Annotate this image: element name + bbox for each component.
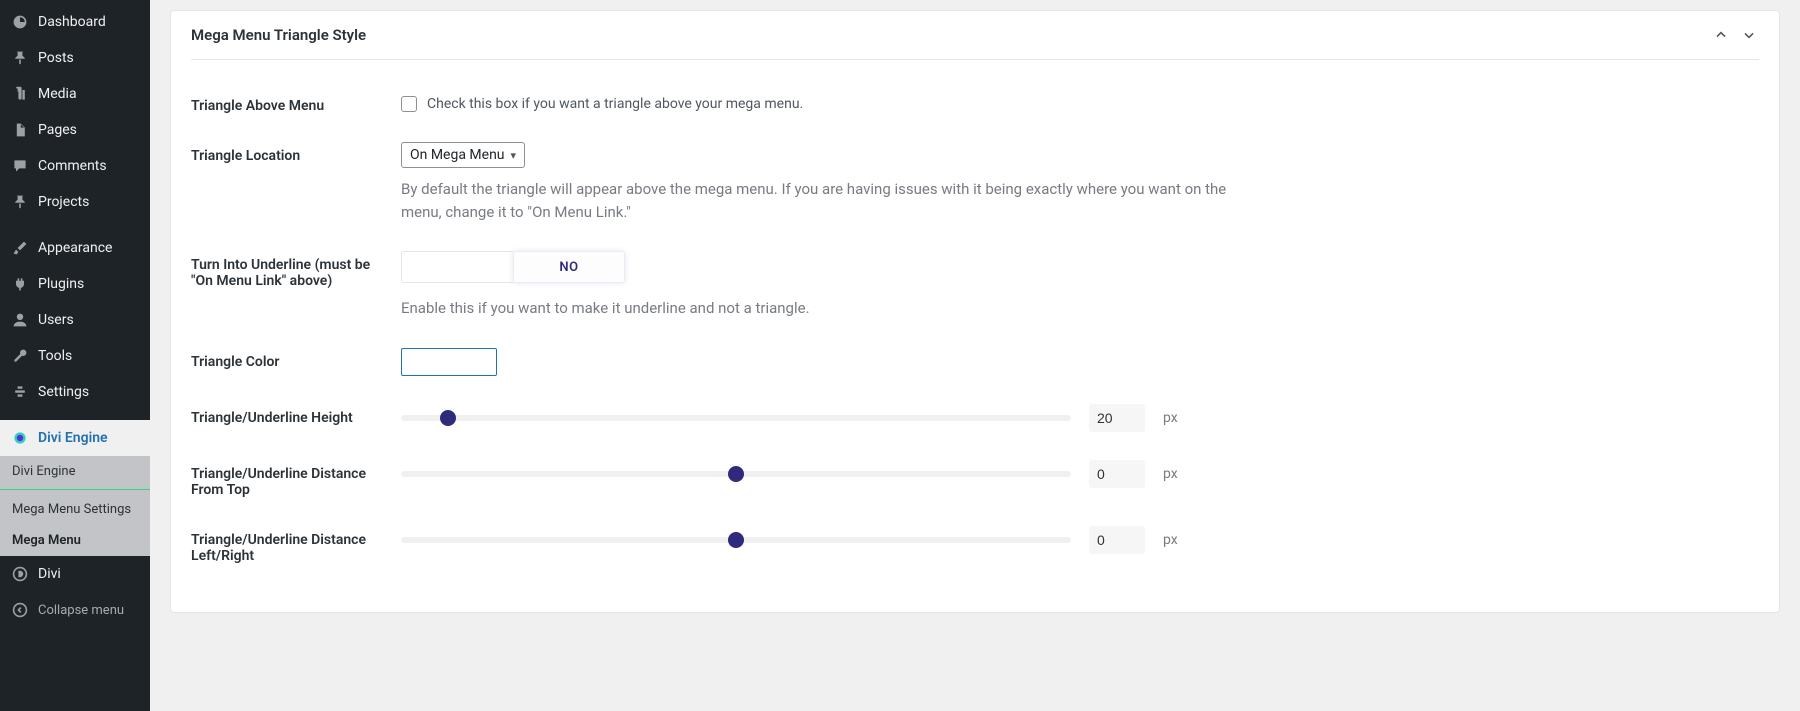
submenu-item-mega-menu-settings[interactable]: Mega Menu Settings bbox=[0, 494, 150, 525]
sidebar-item-media[interactable]: Media bbox=[0, 76, 150, 112]
field-label-height: Triangle/Underline Height bbox=[191, 404, 381, 426]
distance-top-unit: px bbox=[1163, 466, 1178, 482]
submenu-item-divi-engine[interactable]: Divi Engine bbox=[0, 456, 150, 490]
field-label-triangle-location: Triangle Location bbox=[191, 142, 381, 164]
sidebar-item-appearance[interactable]: Appearance bbox=[0, 230, 150, 266]
distance-top-value-input[interactable] bbox=[1089, 460, 1145, 488]
distance-top-slider[interactable] bbox=[401, 471, 1071, 477]
sidebar-item-label: Divi bbox=[38, 566, 61, 582]
sidebar-submenu: Divi Engine Mega Menu Settings Mega Menu bbox=[0, 456, 150, 556]
distance-lr-slider[interactable] bbox=[401, 537, 1071, 543]
underline-toggle[interactable]: NO bbox=[401, 251, 625, 283]
field-label-distance-lr: Triangle/Underline Distance Left/Right bbox=[191, 526, 381, 564]
comment-icon bbox=[10, 156, 30, 176]
distance-lr-unit: px bbox=[1163, 532, 1178, 548]
field-label-triangle-above: Triangle Above Menu bbox=[191, 92, 381, 114]
submenu-item-mega-menu[interactable]: Mega Menu bbox=[0, 525, 150, 556]
triangle-location-help: By default the triangle will appear abov… bbox=[401, 178, 1231, 223]
height-unit: px bbox=[1163, 410, 1178, 426]
sidebar-item-tools[interactable]: Tools bbox=[0, 338, 150, 374]
panel-header: Mega Menu Triangle Style bbox=[191, 11, 1759, 60]
brush-icon bbox=[10, 238, 30, 258]
sidebar-item-label: Projects bbox=[38, 194, 89, 210]
sidebar-item-divi-engine[interactable]: Divi Engine bbox=[0, 420, 150, 456]
field-label-turn-into-underline: Turn Into Underline (must be "On Menu Li… bbox=[191, 251, 381, 289]
panel-move-down-button[interactable] bbox=[1739, 25, 1759, 45]
height-slider[interactable] bbox=[401, 415, 1071, 421]
sidebar-item-comments[interactable]: Comments bbox=[0, 148, 150, 184]
sidebar-item-label: Plugins bbox=[38, 276, 84, 292]
distance-top-slider-thumb[interactable] bbox=[728, 466, 744, 482]
collapse-label: Collapse menu bbox=[38, 603, 124, 618]
sidebar-item-label: Pages bbox=[38, 122, 77, 138]
sidebar-item-plugins[interactable]: Plugins bbox=[0, 266, 150, 302]
triangle-color-swatch[interactable] bbox=[401, 348, 497, 376]
sidebar-item-settings[interactable]: Settings bbox=[0, 374, 150, 410]
triangle-location-select[interactable]: On Mega Menu ▾ bbox=[401, 142, 525, 168]
user-icon bbox=[10, 310, 30, 330]
dashboard-icon bbox=[10, 12, 30, 32]
field-label-distance-top: Triangle/Underline Distance From Top bbox=[191, 460, 381, 498]
sidebar-item-label: Divi Engine bbox=[38, 430, 108, 446]
toggle-no-option[interactable]: NO bbox=[513, 251, 625, 283]
pin-icon bbox=[10, 48, 30, 68]
divi-icon bbox=[10, 564, 30, 584]
height-slider-thumb[interactable] bbox=[440, 410, 456, 426]
sidebar-item-label: Media bbox=[38, 86, 77, 102]
underline-help: Enable this if you want to make it under… bbox=[401, 297, 1231, 320]
admin-sidebar: Dashboard Posts Media Pages Comments Pro… bbox=[0, 0, 150, 711]
settings-panel: Mega Menu Triangle Style Triangle Above … bbox=[170, 10, 1780, 613]
settings-icon bbox=[10, 382, 30, 402]
plug-icon bbox=[10, 274, 30, 294]
main-content: Mega Menu Triangle Style Triangle Above … bbox=[150, 0, 1800, 711]
sidebar-item-label: Settings bbox=[38, 384, 89, 400]
sidebar-item-label: Dashboard bbox=[38, 14, 106, 30]
sidebar-item-label: Tools bbox=[38, 348, 72, 364]
triangle-above-checkbox[interactable] bbox=[401, 96, 417, 112]
distance-lr-slider-thumb[interactable] bbox=[728, 532, 744, 548]
sidebar-item-label: Posts bbox=[38, 50, 74, 66]
sidebar-item-label: Appearance bbox=[38, 240, 112, 256]
media-icon bbox=[10, 84, 30, 104]
pages-icon bbox=[10, 120, 30, 140]
distance-lr-value-input[interactable] bbox=[1089, 526, 1145, 554]
chevron-down-icon: ▾ bbox=[511, 149, 517, 162]
select-value: On Mega Menu bbox=[410, 147, 505, 163]
sidebar-item-label: Users bbox=[38, 312, 74, 328]
sidebar-item-pages[interactable]: Pages bbox=[0, 112, 150, 148]
sidebar-item-label: Comments bbox=[38, 158, 107, 174]
panel-move-up-button[interactable] bbox=[1711, 25, 1731, 45]
wrench-icon bbox=[10, 346, 30, 366]
sidebar-item-dashboard[interactable]: Dashboard bbox=[0, 4, 150, 40]
pin-icon bbox=[10, 192, 30, 212]
sidebar-item-posts[interactable]: Posts bbox=[0, 40, 150, 76]
field-label-triangle-color: Triangle Color bbox=[191, 348, 381, 370]
panel-title: Mega Menu Triangle Style bbox=[191, 26, 366, 44]
toggle-yes-option[interactable] bbox=[401, 251, 513, 283]
collapse-icon bbox=[10, 600, 30, 620]
sidebar-item-projects[interactable]: Projects bbox=[0, 184, 150, 220]
collapse-menu-button[interactable]: Collapse menu bbox=[0, 592, 150, 628]
triangle-above-check-label: Check this box if you want a triangle ab… bbox=[427, 96, 803, 112]
height-value-input[interactable] bbox=[1089, 404, 1145, 432]
sidebar-item-divi[interactable]: Divi bbox=[0, 556, 150, 592]
divi-engine-icon bbox=[10, 428, 30, 448]
sidebar-item-users[interactable]: Users bbox=[0, 302, 150, 338]
